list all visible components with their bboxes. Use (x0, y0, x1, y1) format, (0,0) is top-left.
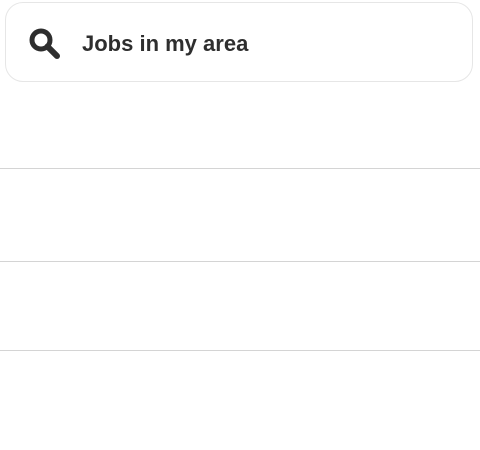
search-icon (28, 27, 62, 61)
list-item[interactable] (0, 169, 480, 262)
search-bar[interactable]: Jobs in my area (5, 2, 473, 82)
list-item[interactable] (0, 262, 480, 351)
search-label: Jobs in my area (82, 31, 249, 56)
list-item[interactable] (0, 82, 480, 169)
empty-list-area (0, 351, 480, 450)
